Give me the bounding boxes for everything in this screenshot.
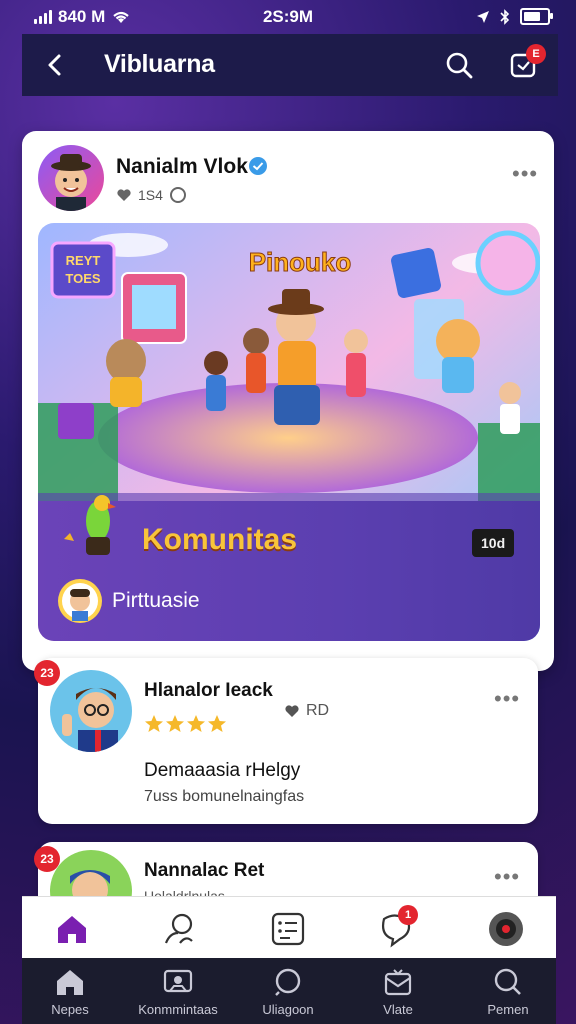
profile-icon[interactable]: [486, 909, 526, 949]
feed-icon[interactable]: [268, 909, 308, 949]
item-meta-text: RD: [306, 702, 330, 719]
community-avatar[interactable]: [58, 579, 102, 623]
sign-text-bottom: TOES: [65, 271, 100, 286]
messages-badge: 1: [398, 905, 418, 925]
search-icon: [275, 968, 301, 996]
avatar-illustration: [51, 154, 91, 211]
inbox-icon: [384, 969, 412, 996]
item-avatar-illustration: [62, 688, 118, 752]
nav-item-more[interactable]: Pemen: [458, 966, 558, 1017]
sign-text-top: REYT: [66, 253, 101, 268]
search-icon: [494, 968, 521, 995]
notif-badge: E: [526, 44, 546, 64]
page-title: Vibluarna: [104, 50, 215, 78]
nav-label: Nepes: [51, 1002, 89, 1017]
author-name[interactable]: Nanialm Vlok: [116, 155, 248, 179]
item-heading: Demaaasia rHelgy: [144, 760, 301, 781]
post-count: 1S4: [138, 187, 163, 203]
community-avatar-illustration: [62, 583, 98, 621]
more-icon[interactable]: •••: [494, 866, 520, 888]
nav-item-community[interactable]: Konmmintaas: [128, 966, 228, 1017]
star-icon: [208, 715, 226, 732]
banner-count-badge: 10d: [472, 529, 515, 557]
search-icon[interactable]: [442, 48, 476, 82]
battery-icon: [520, 8, 553, 25]
more-icon[interactable]: •••: [512, 163, 538, 185]
nav-label: Uliagoon: [262, 1002, 314, 1017]
tab-bar: 1: [22, 896, 556, 959]
rating-stars: [144, 714, 227, 734]
nav-label: Vlate: [383, 1002, 413, 1017]
status-right: [476, 8, 553, 25]
parrot-icon: [64, 495, 116, 555]
rank-badge: 23: [34, 660, 60, 686]
status-bar: 840 M 2S:9M: [0, 0, 576, 34]
back-icon[interactable]: [38, 48, 72, 82]
banner-title: Komunitas: [142, 523, 298, 556]
community-banner: [38, 495, 540, 641]
nav-label: Konmmintaas: [138, 1002, 218, 1017]
post-meta: 1S4: [116, 186, 187, 204]
star-icon: [187, 715, 205, 732]
heart-icon: [117, 189, 131, 201]
comment-icon: [169, 187, 186, 203]
home-icon: [57, 970, 83, 995]
banner-subtitle: Pirttuasie: [112, 589, 200, 612]
item-description: 7uss bomunelnaingfas: [144, 788, 305, 805]
item-title[interactable]: Hlanalor Ieack: [144, 680, 273, 702]
nav-item-home[interactable]: Nepes: [20, 966, 120, 1017]
item-meta: RD: [284, 702, 329, 720]
post-card[interactable]: Nanialm Vlok 1S4 ••• REYT TOES Pinouko K…: [22, 131, 554, 671]
list-item[interactable]: 23 Hlanalor Ieack RD ••• Demaaasia rHelg…: [34, 658, 538, 824]
heart-icon: [285, 705, 299, 717]
community-icon[interactable]: [160, 909, 200, 949]
verified-icon: [249, 157, 267, 175]
location-icon: [477, 10, 489, 23]
more-icon[interactable]: •••: [494, 688, 520, 710]
top-app-bar: Vibluarna E: [22, 34, 558, 96]
home-icon[interactable]: [52, 909, 92, 949]
nav-label: Pemen: [487, 1002, 529, 1017]
bottom-navigation: Nepes Konmmintaas Uliagoon Vlate Pemen: [22, 958, 556, 1024]
messages-tab[interactable]: 1: [376, 905, 418, 949]
nav-item-search[interactable]: Uliagoon: [238, 966, 338, 1017]
item-title[interactable]: Nannalac Ret: [144, 860, 264, 882]
bluetooth-icon: [500, 8, 510, 25]
community-icon: [163, 969, 193, 993]
nav-item-inbox[interactable]: Vlate: [348, 966, 448, 1017]
author-avatar[interactable]: [38, 145, 104, 211]
hero-image[interactable]: REYT TOES Pinouko Komunitas 10d Pirttuas…: [38, 223, 540, 641]
star-icon: [145, 715, 163, 732]
star-icon: [166, 715, 184, 732]
item-avatar[interactable]: [50, 670, 132, 752]
hero-heading: Pinouko: [249, 247, 352, 277]
notifications-button[interactable]: E: [506, 44, 546, 82]
